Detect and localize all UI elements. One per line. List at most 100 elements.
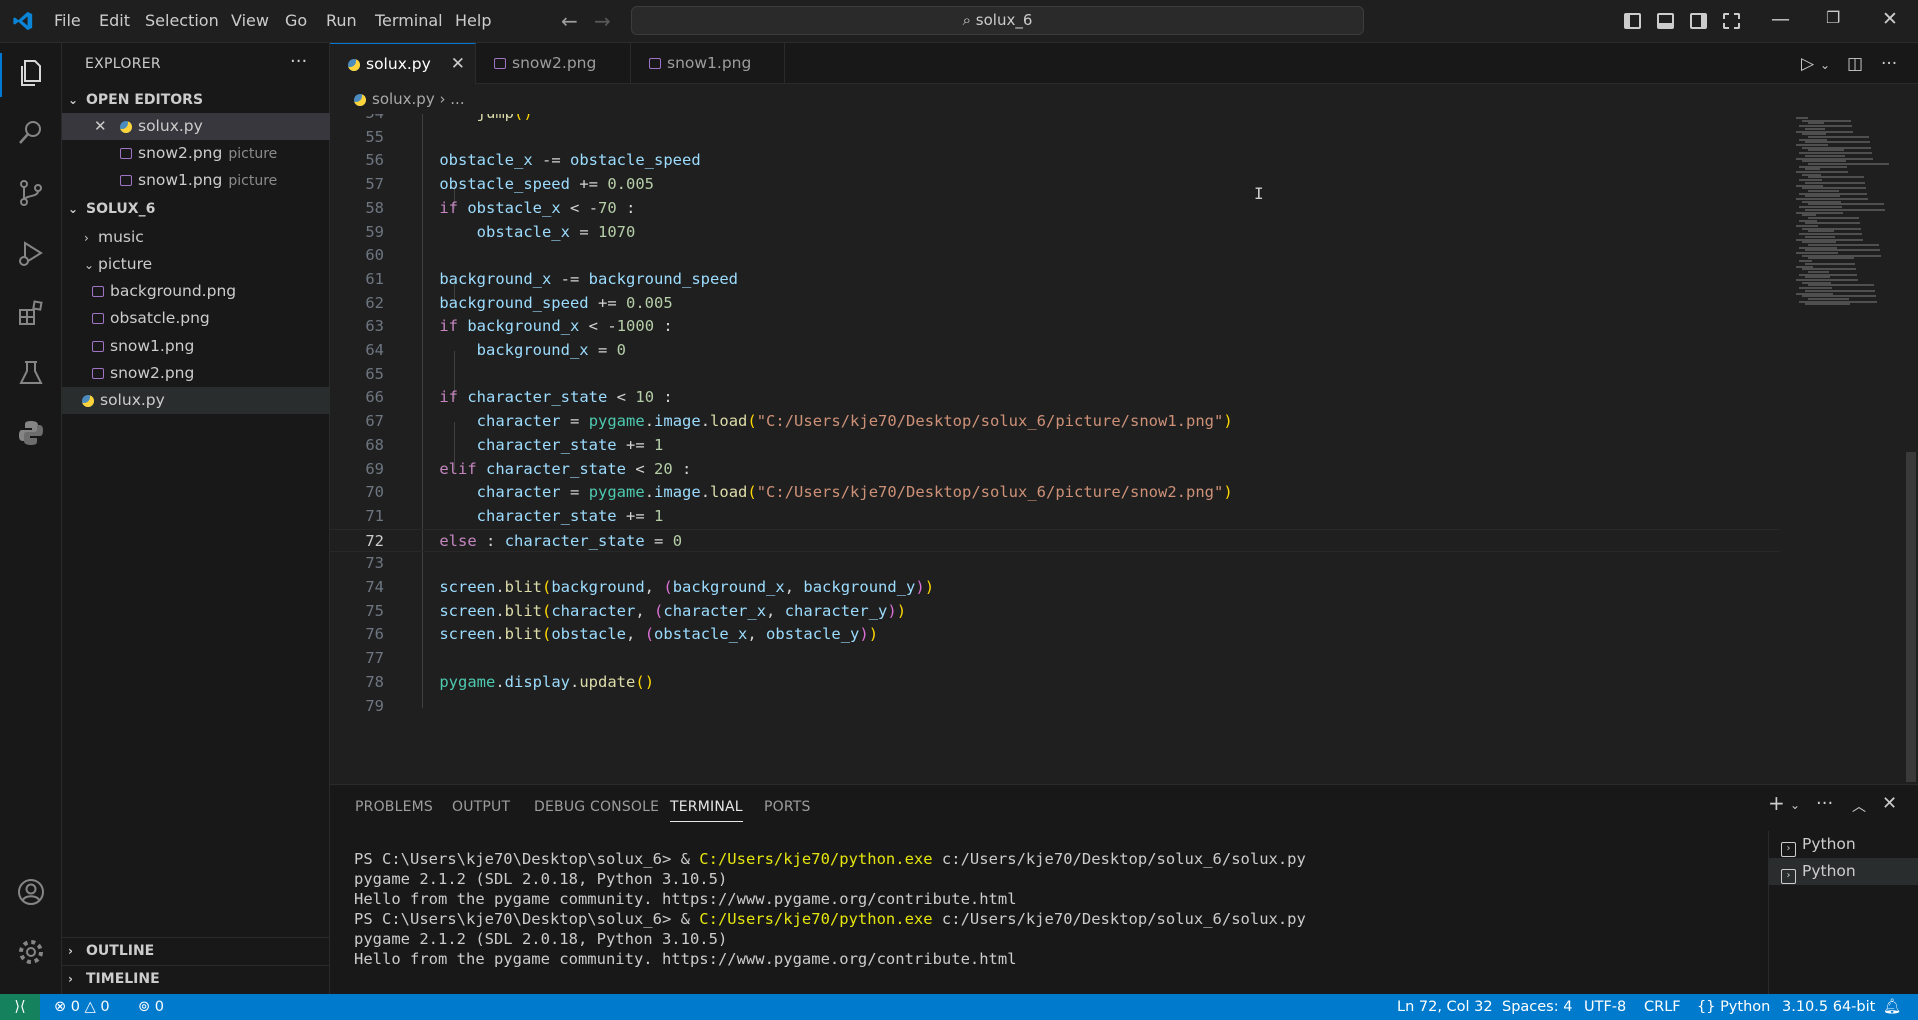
code-line[interactable]: 70 character = pygame.image.load("C:/Use…: [330, 481, 1780, 505]
tree-folder-picture[interactable]: ⌄ picture: [62, 251, 330, 278]
problems-status[interactable]: ⊗ 0 △ 0: [54, 994, 110, 1020]
ports-status[interactable]: ⊚ 0: [138, 994, 164, 1020]
code-line[interactable]: 60: [330, 244, 1780, 268]
tab-ports[interactable]: PORTS: [764, 799, 811, 815]
menu-terminal[interactable]: Terminal: [375, 11, 443, 30]
menu-view[interactable]: View: [231, 11, 269, 30]
code-line[interactable]: 64 background_x = 0: [330, 339, 1780, 363]
python-icon[interactable]: [15, 417, 47, 449]
line-ending[interactable]: CRLF: [1644, 994, 1681, 1020]
terminal-output[interactable]: PS C:\Users\kje70\Desktop\solux_6> & C:/…: [354, 849, 1754, 969]
tree-file-obsatcle-png[interactable]: obsatcle.png: [62, 305, 330, 332]
code-line[interactable]: 78 pygame.display.update(): [330, 671, 1780, 695]
project-folder-header[interactable]: ⌄ SOLUX_6: [62, 196, 330, 222]
code-line[interactable]: 63 if background_x < -1000 :: [330, 315, 1780, 339]
toggle-secondary-sidebar-icon[interactable]: [1690, 13, 1707, 29]
editor-more-actions-icon[interactable]: ···: [1881, 54, 1897, 74]
remote-indicator-icon[interactable]: ⟩⟨: [0, 994, 40, 1020]
code-line[interactable]: 74 screen.blit(background, (background_x…: [330, 576, 1780, 600]
code-line[interactable]: 54 jump(): [330, 114, 1780, 126]
code-line[interactable]: 68 character_state += 1: [330, 434, 1780, 458]
tree-file-solux-py[interactable]: solux.py: [62, 387, 330, 414]
close-panel-icon[interactable]: ✕: [1882, 793, 1897, 814]
indentation[interactable]: Spaces: 4: [1502, 994, 1572, 1020]
tree-folder-music[interactable]: › music: [62, 224, 330, 251]
tree-file-background-png[interactable]: background.png: [62, 278, 330, 305]
code-line[interactable]: 69 elif character_state < 20 :: [330, 458, 1780, 482]
code-editor[interactable]: 54 jump()5556 obstacle_x -= obstacle_spe…: [330, 114, 1780, 784]
manage-gear-icon[interactable]: [15, 936, 47, 968]
code-line[interactable]: 61 background_x -= background_speed: [330, 268, 1780, 292]
tab-terminal[interactable]: TERMINAL: [670, 799, 743, 822]
code-line[interactable]: 67 character = pygame.image.load("C:/Use…: [330, 410, 1780, 434]
run-dropdown-icon[interactable]: ⌄: [1820, 58, 1830, 72]
open-editors-header[interactable]: ⌄ OPEN EDITORS: [62, 87, 330, 113]
search-icon[interactable]: [15, 117, 47, 149]
encoding[interactable]: UTF-8: [1584, 994, 1626, 1020]
editor-scroll-thumb[interactable]: [1906, 452, 1916, 782]
language-mode[interactable]: {} Python: [1697, 994, 1770, 1020]
maximize-panel-icon[interactable]: ︿: [1852, 796, 1866, 816]
testing-icon[interactable]: [15, 357, 47, 389]
close-icon[interactable]: ✕: [94, 113, 107, 140]
run-debug-icon[interactable]: [15, 237, 47, 269]
timeline-header[interactable]: › TIMELINE: [62, 965, 330, 991]
code-line[interactable]: 71 character_state += 1: [330, 505, 1780, 529]
notifications-bell-icon[interactable]: 🔔︎: [1883, 994, 1901, 1020]
open-editor-solux-py[interactable]: ✕ solux.py: [62, 113, 330, 140]
close-tab-icon[interactable]: ✕: [451, 44, 465, 85]
code-line[interactable]: 75 screen.blit(character, (character_x, …: [330, 600, 1780, 624]
close-window-icon[interactable]: ✕: [1882, 8, 1898, 30]
tab-debug-console[interactable]: DEBUG CONSOLE: [534, 799, 659, 815]
menu-edit[interactable]: Edit: [99, 11, 130, 30]
code-line[interactable]: 66 if character_state < 10 :: [330, 386, 1780, 410]
menu-help[interactable]: Help: [455, 11, 491, 30]
command-center-search[interactable]: ⌕ solux_6: [631, 6, 1364, 35]
tree-file-snow1-png[interactable]: snow1.png: [62, 333, 330, 360]
code-line[interactable]: 73: [330, 552, 1780, 576]
tree-file-snow2-png[interactable]: snow2.png: [62, 360, 330, 387]
cursor-position[interactable]: Ln 72, Col 32: [1397, 994, 1493, 1020]
more-actions-icon[interactable]: ···: [290, 51, 307, 72]
toggle-primary-sidebar-icon[interactable]: [1624, 13, 1641, 29]
code-line[interactable]: 72 else : character_state = 0: [330, 528, 1780, 553]
code-line[interactable]: 62 background_speed += 0.005: [330, 292, 1780, 316]
code-line[interactable]: 76 screen.blit(obstacle, (obstacle_x, ob…: [330, 623, 1780, 647]
tab-solux-py[interactable]: solux.py ✕: [330, 43, 476, 84]
breadcrumb-file[interactable]: solux.py: [372, 90, 435, 108]
toggle-panel-icon[interactable]: [1657, 13, 1674, 29]
tab-problems[interactable]: PROBLEMS: [355, 799, 433, 815]
tab-snow1-png[interactable]: snow1.png: [631, 43, 785, 84]
split-editor-icon[interactable]: ◫: [1847, 54, 1863, 74]
code-line[interactable]: 55: [330, 126, 1780, 150]
code-line[interactable]: 56 obstacle_x -= obstacle_speed: [330, 149, 1780, 173]
back-arrow-icon[interactable]: ←: [561, 9, 578, 33]
code-line[interactable]: 77: [330, 647, 1780, 671]
open-editor-snow1-png[interactable]: snow1.png picture: [62, 167, 330, 194]
terminal-instance-1[interactable]: › Python: [1769, 831, 1918, 858]
minimize-icon[interactable]: —: [1771, 8, 1790, 30]
menu-run[interactable]: Run: [326, 11, 357, 30]
outline-header[interactable]: › OUTLINE: [62, 937, 330, 963]
customize-layout-icon[interactable]: [1723, 13, 1740, 29]
restore-icon[interactable]: ❐: [1826, 8, 1840, 27]
tab-snow2-png[interactable]: snow2.png: [476, 43, 631, 84]
terminal-dropdown-icon[interactable]: ⌄: [1790, 798, 1800, 812]
code-line[interactable]: 57 obstacle_speed += 0.005: [330, 173, 1780, 197]
code-line[interactable]: 58 if obstacle_x < -70 :: [330, 197, 1780, 221]
source-control-icon[interactable]: [15, 177, 47, 209]
code-line[interactable]: 65: [330, 363, 1780, 387]
minimap[interactable]: [1782, 114, 1902, 784]
breadcrumb-symbols[interactable]: ...: [450, 90, 464, 108]
accounts-icon[interactable]: [15, 876, 47, 908]
terminal-instance-2[interactable]: › Python: [1769, 858, 1918, 885]
code-line[interactable]: 59 obstacle_x = 1070: [330, 221, 1780, 245]
extensions-icon[interactable]: [15, 297, 47, 329]
panel-more-icon[interactable]: ···: [1816, 793, 1833, 814]
menu-go[interactable]: Go: [285, 11, 307, 30]
run-python-file-icon[interactable]: ▷: [1801, 54, 1814, 74]
open-editor-snow2-png[interactable]: snow2.png picture: [62, 140, 330, 167]
new-terminal-icon[interactable]: +: [1768, 791, 1785, 815]
explorer-icon[interactable]: [15, 57, 47, 89]
code-line[interactable]: 79: [330, 695, 1780, 719]
